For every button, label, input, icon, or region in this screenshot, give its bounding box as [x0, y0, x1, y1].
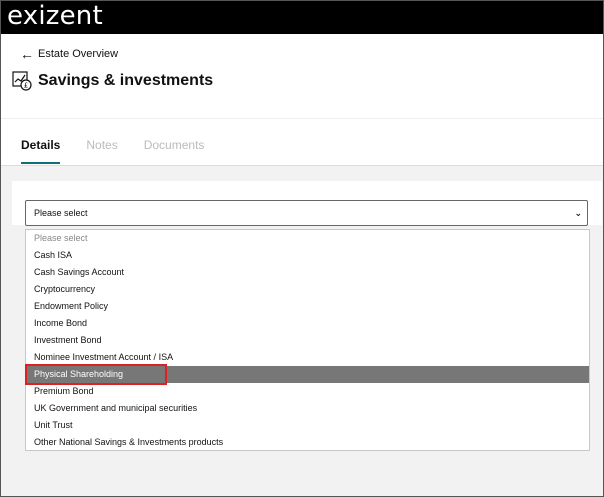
tab-bar: Details Notes Documents [21, 138, 204, 164]
page-title: Savings & investments [38, 72, 214, 89]
header-divider [1, 118, 603, 119]
option-physical-shareholding[interactable]: Physical Shareholding [26, 366, 589, 383]
tab-divider [1, 165, 603, 166]
option-cash-isa[interactable]: Cash ISA [26, 247, 589, 264]
top-bar: exizent [1, 1, 603, 34]
form-card: Please select ⌄ [12, 181, 602, 226]
title-row: £ Savings & investments [12, 71, 213, 91]
option-cryptocurrency[interactable]: Cryptocurrency [26, 281, 589, 298]
page-header: ← Estate Overview £ Savings & investment… [1, 34, 603, 166]
investment-type-select[interactable]: Please select ⌄ [25, 200, 588, 226]
option-cash-savings-account[interactable]: Cash Savings Account [26, 264, 589, 281]
logo-text: exizent [7, 1, 103, 31]
option-nominee-investment-account[interactable]: Nominee Investment Account / ISA [26, 349, 589, 366]
option-please-select[interactable]: Please select [26, 230, 589, 247]
back-link[interactable]: ← Estate Overview [20, 46, 119, 62]
brand-logo[interactable]: exizent [7, 1, 103, 34]
option-investment-bond[interactable]: Investment Bond [26, 332, 589, 349]
back-link-label: Estate Overview [38, 48, 119, 60]
savings-chart-icon: £ [12, 71, 32, 91]
arrow-left-icon: ← [20, 46, 34, 62]
option-unit-trust[interactable]: Unit Trust [26, 417, 589, 434]
svg-text:£: £ [24, 82, 28, 90]
tab-documents[interactable]: Documents [144, 138, 205, 164]
chevron-down-icon: ⌄ [574, 208, 582, 218]
select-value: Please select [34, 208, 88, 218]
option-income-bond[interactable]: Income Bond [26, 315, 589, 332]
tab-notes[interactable]: Notes [86, 138, 117, 164]
option-other-national-savings[interactable]: Other National Savings & Investments pro… [26, 434, 589, 451]
select-dropdown-list: Please select Cash ISA Cash Savings Acco… [25, 229, 590, 451]
tab-details[interactable]: Details [21, 138, 61, 164]
option-premium-bond[interactable]: Premium Bond [26, 383, 589, 400]
option-endowment-policy[interactable]: Endowment Policy [26, 298, 589, 315]
app-window: exizent ← Estate Overview £ Savings & in… [0, 0, 604, 497]
option-uk-government-securities[interactable]: UK Government and municipal securities [26, 400, 589, 417]
